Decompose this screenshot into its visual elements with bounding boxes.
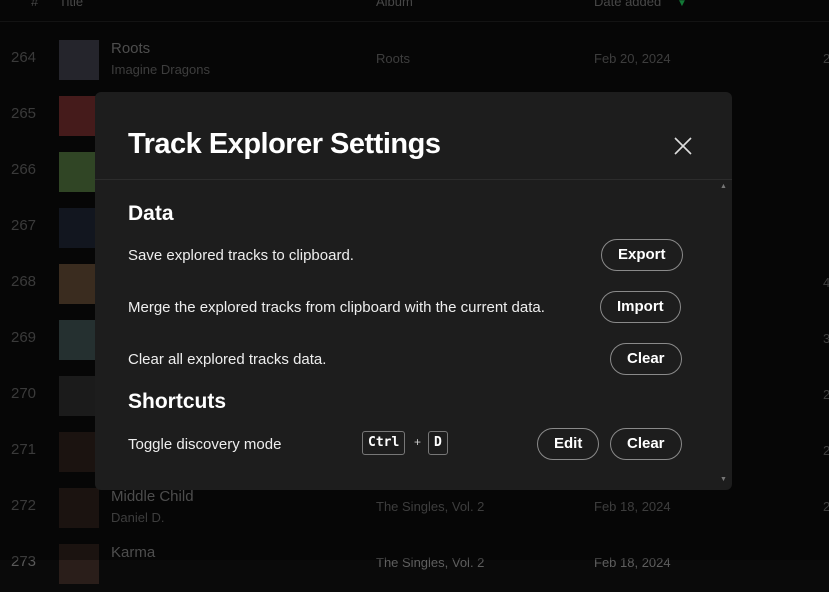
import-button[interactable]: Import <box>600 291 681 323</box>
key-plus: + <box>414 435 422 449</box>
close-icon[interactable] <box>671 134 695 158</box>
modal-title: Track Explorer Settings <box>128 128 441 160</box>
key-ctrl: Ctrl <box>362 431 406 455</box>
scroll-up-icon[interactable]: ▲ <box>720 183 727 190</box>
clear-shortcut-button[interactable]: Clear <box>610 428 682 460</box>
scroll-down-icon[interactable]: ▼ <box>720 476 727 483</box>
divider <box>95 179 732 180</box>
edit-shortcut-button[interactable]: Edit <box>537 428 600 460</box>
clear-data-button[interactable]: Clear <box>610 343 682 375</box>
import-label: Merge the explored tracks from clipboard… <box>128 299 545 316</box>
clear-label: Clear all explored tracks data. <box>128 351 327 368</box>
shortcuts-heading: Shortcuts <box>128 390 227 413</box>
export-label: Save explored tracks to clipboard. <box>128 247 354 264</box>
data-heading: Data <box>128 202 174 225</box>
toggle-discovery-label: Toggle discovery mode <box>128 436 282 453</box>
export-button[interactable]: Export <box>601 239 683 271</box>
settings-modal: Track Explorer Settings ▲ Data Save expl… <box>95 92 732 490</box>
key-d: D <box>428 431 448 455</box>
